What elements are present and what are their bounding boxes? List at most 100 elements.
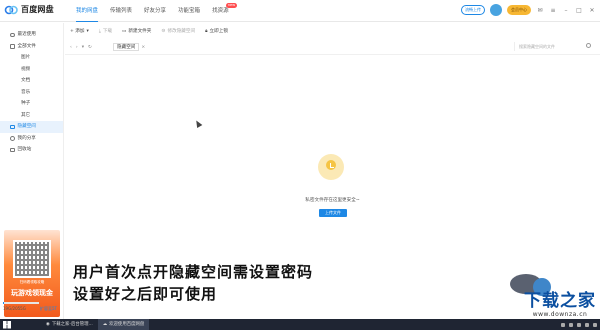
mail-icon[interactable]: ✉ [536, 6, 544, 14]
windows-taskbar: ◉ 下载之家-后台管理... ☁ 欢迎使用百度网盘 [0, 319, 600, 330]
expand-storage-link[interactable]: 扩容至5T [40, 306, 57, 312]
sidebar-item-label: 隐藏空间 [17, 124, 36, 129]
lock-now-button[interactable]: 🔒︎ 立即上锁 [205, 28, 228, 34]
menu-icon[interactable]: ≡ [549, 6, 557, 14]
sidebar-item-music[interactable]: 音乐 [0, 87, 63, 99]
volume-icon[interactable] [577, 322, 581, 327]
close-icon[interactable]: ✕ [588, 6, 596, 14]
download-label: 下载 [102, 29, 113, 34]
sidebar-item-label: 文档 [21, 78, 31, 83]
forward-icon[interactable]: › [76, 45, 78, 50]
taskbar-item-downza-admin[interactable]: ◉ 下载之家-后台管理... [41, 319, 98, 330]
sidebar-item-other[interactable]: 其它 [0, 110, 63, 122]
empty-state-text: 私密文件存在这里更安全~ [305, 198, 360, 203]
promo-title: 玩游戏领现金 [11, 289, 53, 297]
sidebar-item-label: 音乐 [21, 89, 31, 95]
sidebar-item-images[interactable]: 图片 [0, 52, 63, 64]
sidebar-item-my-shares[interactable]: 我的分享 [0, 133, 63, 145]
watermark-url: www.downza.cn [532, 311, 588, 318]
taskbar-item-baidu-netdisk[interactable]: ☁ 欢迎使用百度网盘 [97, 319, 150, 330]
sidebar-item-label: 回收站 [17, 147, 32, 152]
app-logo: 百度网盘 [4, 4, 54, 15]
qr-code [13, 240, 51, 278]
taskbar-item-label: 下载之家-后台管理... [51, 322, 93, 327]
add-button[interactable]: + 添加 ▾ [70, 28, 89, 35]
empty-state-clock-icon [318, 154, 344, 180]
sidebar-item-recycle-bin[interactable]: 回收站 [0, 144, 63, 156]
tutorial-caption-line-1: 用户首次点开隐藏空间需设置密码 [73, 263, 314, 281]
chevron-down-icon: ▾ [86, 28, 89, 34]
sidebar-item-recent[interactable]: 最近使用 [0, 29, 63, 41]
watermark-title: 下载之家 [524, 291, 596, 311]
modify-hidden-label: 修改隐藏空间 [167, 29, 196, 34]
tab-label: 找资源 [212, 8, 229, 14]
browser-icon: ◉ [46, 322, 50, 327]
clock-icon [10, 32, 15, 37]
refresh-icon[interactable]: ↻ [88, 45, 92, 50]
lock-now-label: 立即上锁 [209, 29, 228, 34]
fast-upload-button[interactable]: 流畅上传 [461, 5, 485, 15]
app-title: 百度网盘 [21, 5, 54, 14]
back-icon[interactable]: ‹ [70, 45, 72, 50]
folder-plus-icon: ▭ [122, 28, 127, 34]
tutorial-caption-line-2: 设置好之后即可使用 [73, 285, 218, 303]
top-right-controls: 流畅上传 会员中心 ✉ ≡ – □ ✕ [461, 4, 596, 16]
network-icon[interactable] [569, 322, 573, 327]
download-icon: ⤓ [98, 29, 101, 34]
tab-label: 我的网盘 [76, 8, 99, 14]
trash-icon [10, 147, 15, 152]
storage-bar [3, 302, 39, 304]
modify-hidden-space-button[interactable]: ⚙ 修改隐藏空间 [161, 28, 196, 35]
sidebar-item-label: 其它 [21, 112, 31, 118]
taskbar-item-label: 欢迎使用百度网盘 [109, 322, 145, 327]
tab-label: 传输列表 [110, 8, 133, 14]
sidebar: 最近使用 全部文件 图片 视频 文档 音乐 种子 其它 隐藏空间 我的分享 回收… [0, 23, 64, 319]
history-dropdown-icon[interactable]: ▾ [82, 45, 84, 50]
tab-transfer-list[interactable]: 传输列表 [104, 0, 138, 22]
sidebar-item-all-files[interactable]: 全部文件 [0, 41, 63, 53]
notification-icon[interactable] [593, 322, 597, 327]
tab-my-netdisk[interactable]: 我的网盘 [70, 0, 104, 22]
upload-file-button[interactable]: 上传文件 [319, 209, 347, 217]
cloud-logo-icon [4, 5, 18, 14]
lock-icon: 🔒︎ [205, 29, 208, 34]
share-icon [10, 136, 15, 141]
avatar[interactable] [490, 4, 502, 16]
search-icon[interactable] [586, 43, 591, 48]
tab-toolbox[interactable]: 功能宝箱 [172, 0, 206, 22]
maximize-icon[interactable]: □ [575, 6, 583, 14]
new-badge: new [226, 3, 237, 8]
close-icon[interactable]: × [141, 45, 145, 50]
search-placeholder: 搜索隐藏空间的文件 [519, 44, 555, 49]
sidebar-item-label: 全部文件 [17, 43, 36, 49]
sidebar-item-label: 我的分享 [17, 135, 36, 141]
tab-find-resources[interactable]: 找资源 new [206, 0, 237, 22]
sidebar-item-torrents[interactable]: 种子 [0, 98, 63, 110]
ime-icon[interactable] [585, 322, 589, 327]
download-button[interactable]: ⤓ 下载 [99, 28, 112, 34]
sidebar-item-label: 图片 [21, 55, 31, 60]
sidebar-item-docs[interactable]: 文档 [0, 75, 63, 87]
toolbar: + 添加 ▾ ⤓ 下载 ▭ 新建文件夹 ⚙ 修改隐藏空间 🔒︎ 立即上锁 [65, 23, 600, 39]
sidebar-item-hidden-space[interactable]: 隐藏空间 [0, 121, 63, 133]
tray-app-icon[interactable] [561, 322, 565, 327]
sidebar-item-videos[interactable]: 视频 [0, 64, 63, 76]
add-label: + 添加 [70, 29, 85, 34]
sidebar-item-label: 视频 [21, 66, 31, 72]
new-folder-button[interactable]: ▭ 新建文件夹 [122, 28, 152, 35]
tab-friend-share[interactable]: 好友分享 [138, 0, 172, 22]
search-input[interactable]: 搜索隐藏空间的文件 [514, 42, 592, 51]
breadcrumb[interactable]: 隐藏空间 [113, 43, 140, 51]
vip-center-button[interactable]: 会员中心 [507, 5, 531, 15]
watermark: 下载之家 www.downza.cn [524, 286, 596, 318]
windows-start-icon[interactable] [3, 320, 11, 329]
main-nav: 我的网盘 传输列表 好友分享 功能宝箱 找资源 new [70, 0, 237, 22]
nav-arrows: ‹ › ▾ ↻ [65, 45, 113, 50]
storage-usage: 19G/2055G [3, 306, 26, 311]
top-bar: 百度网盘 我的网盘 传输列表 好友分享 功能宝箱 找资源 new 流畅上传 会员中… [0, 0, 600, 22]
new-folder-label: 新建文件夹 [128, 29, 152, 34]
promo-caption: 扫码看领取攻略 [19, 280, 45, 284]
tab-label: 功能宝箱 [178, 8, 201, 14]
minimize-icon[interactable]: – [562, 6, 570, 14]
tab-label: 好友分享 [144, 8, 167, 14]
